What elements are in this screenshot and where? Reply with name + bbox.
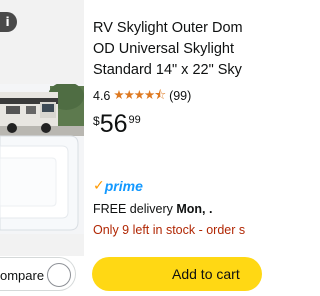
compare-checkbox[interactable] <box>47 263 71 287</box>
price-whole: 56 <box>99 110 128 138</box>
product-image <box>0 84 84 234</box>
delivery-date: Mon, . <box>176 202 213 216</box>
price-symbol: $ <box>93 114 100 128</box>
price-fraction: 99 <box>128 114 141 126</box>
info-icon[interactable]: i <box>0 12 17 32</box>
product-title[interactable]: RV Skylight Outer Dom OD Universal Skyli… <box>93 18 263 81</box>
product-title-line: OD Universal Skylight <box>93 41 235 57</box>
prime-check-icon: ✓ <box>93 178 105 194</box>
product-image-panel[interactable]: i <box>0 0 84 256</box>
prime-badge: ✓ prime <box>93 177 143 195</box>
stock-status: Only 9 left in stock - order s <box>93 223 246 237</box>
compare-toggle[interactable]: ompare <box>0 257 76 291</box>
product-title-line: Standard 14" x 22" Sky <box>93 62 242 78</box>
info-icon-glyph: i <box>5 15 10 29</box>
price: $ 56 99 <box>93 110 141 138</box>
delivery-info: FREE delivery Mon, . <box>93 202 212 216</box>
star-rating-icon: ★★★★⯪ <box>113 86 166 102</box>
compare-label: ompare <box>0 268 45 283</box>
prime-label: prime <box>104 178 143 194</box>
product-title-line: RV Skylight Outer Dom <box>93 20 243 36</box>
add-to-cart-button[interactable]: Add to cart <box>92 257 262 291</box>
rating-row[interactable]: 4.6 ★★★★⯪ (99) <box>93 87 192 104</box>
rating-count: (99) <box>169 89 192 103</box>
delivery-prefix: FREE delivery <box>93 202 177 216</box>
add-to-cart-label: Add to cart <box>172 266 240 282</box>
rating-value: 4.6 <box>93 89 111 103</box>
